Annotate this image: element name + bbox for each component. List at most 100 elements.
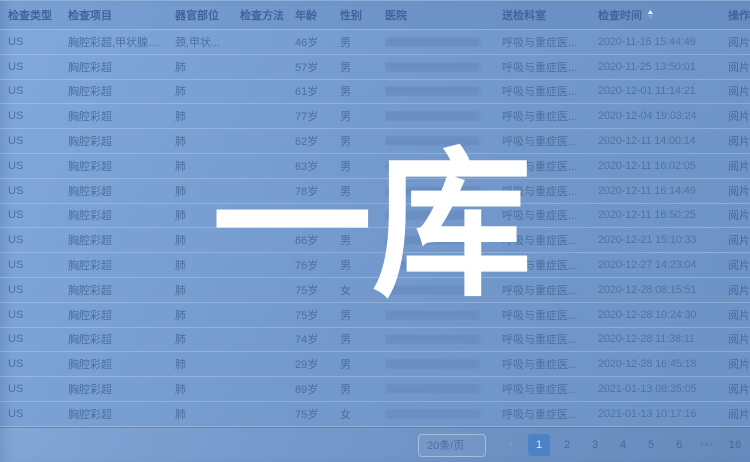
cell-gender: 女 <box>340 282 385 298</box>
cell-action[interactable]: 阅片 <box>728 158 750 174</box>
cell-action[interactable]: 阅片 <box>728 133 750 149</box>
cell-action[interactable]: 阅片 <box>728 108 750 124</box>
cell-hospital <box>385 111 502 121</box>
view-images-link[interactable]: 阅片 <box>728 186 750 198</box>
view-images-link[interactable]: 阅片 <box>728 210 750 222</box>
page-button-16[interactable]: 16 <box>724 434 746 456</box>
cell-hospital <box>385 235 502 245</box>
col-gender: 性别 <box>340 7 385 23</box>
view-images-link[interactable]: 阅片 <box>728 359 750 371</box>
page-button-1[interactable]: 1 <box>528 434 550 456</box>
cell-age: 62岁 <box>295 133 340 149</box>
cell-age: 66岁 <box>295 232 340 248</box>
cell-department: 呼吸与重症医... <box>502 406 598 422</box>
view-images-link[interactable]: 阅片 <box>728 37 750 49</box>
cell-gender: 男 <box>340 257 385 273</box>
view-images-link[interactable]: 阅片 <box>728 235 750 247</box>
view-images-link[interactable]: 阅片 <box>728 136 750 148</box>
col-hospital-label: 医院 <box>385 7 407 23</box>
cell-gender: 男 <box>340 307 385 323</box>
sorter-icon[interactable]: ▲ ▼ <box>647 10 654 20</box>
cell-exam-item: 胸腔彩超 <box>68 356 175 372</box>
view-images-link[interactable]: 阅片 <box>728 334 750 346</box>
view-images-link[interactable]: 阅片 <box>728 260 750 272</box>
page-ellipsis[interactable]: ••• <box>696 434 718 456</box>
page-button-5[interactable]: 5 <box>640 434 662 456</box>
cell-exam-type: US <box>8 110 68 122</box>
cell-exam-type: US <box>8 209 68 221</box>
page-size-select[interactable]: 20条/页 ∨ <box>418 434 486 457</box>
cell-hospital <box>385 359 502 369</box>
page-button-2[interactable]: 2 <box>556 434 578 456</box>
cell-gender: 男 <box>340 158 385 174</box>
cell-exam-time: 2020-12-01 11:14:21 <box>598 85 728 97</box>
col-exam-time-sortable[interactable]: 检查时间 ▲ ▼ <box>598 7 728 23</box>
prev-page-button[interactable]: ‹ <box>500 434 522 456</box>
cell-action[interactable]: 阅片 <box>728 183 750 199</box>
chevron-down-icon: ∨ <box>470 440 477 451</box>
col-department: 送检科室 <box>502 7 598 23</box>
cell-department: 呼吸与重症医... <box>502 232 598 248</box>
cell-exam-item: 胸腔彩超 <box>68 183 175 199</box>
cell-action[interactable]: 阅片 <box>728 356 750 372</box>
cell-organ: 肺 <box>175 108 240 124</box>
cell-age: 74岁 <box>295 331 340 347</box>
cell-hospital <box>385 136 502 146</box>
cell-exam-item: 胸腔彩超 <box>68 331 175 347</box>
redacted-hospital-name <box>385 235 480 245</box>
cell-action[interactable]: 阅片 <box>728 331 750 347</box>
cell-age: 78岁 <box>295 183 340 199</box>
redacted-hospital-name <box>385 409 480 419</box>
cell-gender: 男 <box>340 356 385 372</box>
cell-age: 89岁 <box>295 381 340 397</box>
page-button-3[interactable]: 3 <box>584 434 606 456</box>
cell-action[interactable]: 阅片 <box>728 34 750 50</box>
cell-exam-item: 胸腔彩超,甲状腺彩超 <box>68 34 175 50</box>
cell-gender: 男 <box>340 331 385 347</box>
view-images-link[interactable]: 阅片 <box>728 285 750 297</box>
cell-exam-time: 2020-11-25 13:50:01 <box>598 61 728 73</box>
view-images-link[interactable]: 阅片 <box>728 384 750 396</box>
cell-hospital <box>385 161 502 171</box>
cell-exam-time: 2020-12-11 16:02:05 <box>598 160 728 172</box>
view-images-link[interactable]: 阅片 <box>728 111 750 123</box>
page-buttons: 123456 ••• 16 <box>528 434 746 456</box>
view-images-link[interactable]: 阅片 <box>728 161 750 173</box>
cell-action[interactable]: 阅片 <box>728 59 750 75</box>
page-button-6[interactable]: 6 <box>668 434 690 456</box>
cell-gender: 男 <box>340 108 385 124</box>
view-images-link[interactable]: 阅片 <box>728 409 750 421</box>
cell-action[interactable]: 阅片 <box>728 232 750 248</box>
col-action-label: 操作 <box>728 7 750 23</box>
cell-action[interactable]: 阅片 <box>728 207 750 223</box>
redacted-hospital-name <box>385 310 480 320</box>
cell-exam-item: 胸腔彩超 <box>68 158 175 174</box>
cell-action[interactable]: 阅片 <box>728 83 750 99</box>
page-button-4[interactable]: 4 <box>612 434 634 456</box>
cell-exam-time: 2020-12-11 16:14:49 <box>598 185 728 197</box>
view-images-link[interactable]: 阅片 <box>728 86 750 98</box>
view-images-link[interactable]: 阅片 <box>728 62 750 74</box>
col-action: 操作 <box>728 7 750 23</box>
cell-gender: 男 <box>340 83 385 99</box>
cell-action[interactable]: 阅片 <box>728 381 750 397</box>
redacted-hospital-name <box>385 161 480 171</box>
cell-action[interactable]: 阅片 <box>728 307 750 323</box>
cell-action[interactable]: 阅片 <box>728 406 750 422</box>
cell-hospital <box>385 334 502 344</box>
table-row: US胸腔彩超肺83岁男呼吸与重症医...2020-12-11 16:02:05阅… <box>0 154 750 179</box>
cell-age: 57岁 <box>295 59 340 75</box>
col-exam-item-label: 检查项目 <box>68 7 112 23</box>
col-exam-time-label: 检查时间 <box>598 7 642 23</box>
redacted-hospital-name <box>385 186 480 196</box>
cell-action[interactable]: 阅片 <box>728 282 750 298</box>
cell-action[interactable]: 阅片 <box>728 257 750 273</box>
cell-exam-type: US <box>8 234 68 246</box>
cell-gender: 男 <box>340 59 385 75</box>
table-row: US胸腔彩超肺66岁男呼吸与重症医...2020-12-21 15:10:33阅… <box>0 228 750 253</box>
cell-department: 呼吸与重症医... <box>502 307 598 323</box>
cell-age: 83岁 <box>295 158 340 174</box>
cell-gender: 男 <box>340 381 385 397</box>
cell-organ: 肺 <box>175 257 240 273</box>
view-images-link[interactable]: 阅片 <box>728 310 750 322</box>
